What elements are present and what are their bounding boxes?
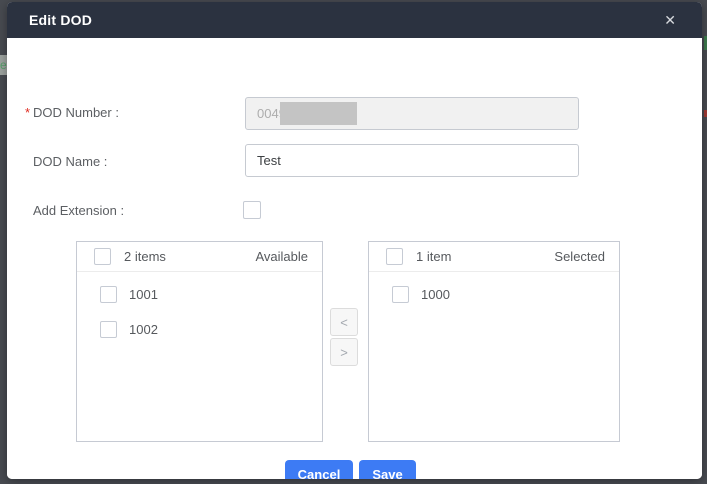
available-panel-header: 2 items Available — [77, 242, 322, 272]
add-extension-checkbox[interactable] — [243, 201, 261, 219]
select-all-available-checkbox[interactable] — [94, 248, 111, 265]
list-item[interactable]: 1001 — [100, 277, 322, 312]
available-title: Available — [255, 249, 308, 264]
dod-number-label: DOD Number : — [33, 105, 119, 120]
chevron-right-icon: > — [340, 345, 348, 360]
move-to-selected-button[interactable]: > — [330, 338, 358, 366]
move-to-available-button[interactable]: < — [330, 308, 358, 336]
item-label: 1002 — [129, 322, 158, 337]
add-extension-label: Add Extension : — [33, 203, 124, 218]
selected-panel-header: 1 item Selected — [369, 242, 619, 272]
required-asterisk: * — [25, 105, 30, 120]
item-label: 1001 — [129, 287, 158, 302]
list-item[interactable]: 1002 — [100, 312, 322, 347]
selected-title: Selected — [554, 249, 605, 264]
chevron-left-icon: < — [340, 315, 348, 330]
dialog-title: Edit DOD — [29, 12, 92, 28]
dod-number-input — [245, 97, 579, 130]
edit-dod-dialog: Edit DOD ✕ * DOD Number : DOD Name : Add… — [7, 2, 702, 479]
dialog-header: Edit DOD ✕ — [7, 2, 702, 38]
item-label: 1000 — [421, 287, 450, 302]
item-checkbox[interactable] — [100, 286, 117, 303]
close-icon[interactable]: ✕ — [660, 9, 680, 31]
available-items-list: 1001 1002 — [77, 272, 322, 347]
backdrop-page-fragment: e — [0, 55, 7, 75]
selected-extensions-panel: 1 item Selected 1000 — [368, 241, 620, 442]
dod-name-label: DOD Name : — [33, 154, 107, 169]
list-item[interactable]: 1000 — [392, 277, 619, 312]
available-count: 2 items — [124, 249, 166, 264]
available-extensions-panel: 2 items Available 1001 1002 — [76, 241, 323, 442]
dod-name-input[interactable] — [245, 144, 579, 177]
save-button[interactable]: Save — [359, 460, 416, 479]
selected-items-list: 1000 — [369, 272, 619, 312]
item-checkbox[interactable] — [100, 321, 117, 338]
selected-count: 1 item — [416, 249, 451, 264]
item-checkbox[interactable] — [392, 286, 409, 303]
dialog-body: * DOD Number : DOD Name : Add Extension … — [7, 38, 702, 479]
select-all-selected-checkbox[interactable] — [386, 248, 403, 265]
cancel-button[interactable]: Cancel — [285, 460, 353, 479]
